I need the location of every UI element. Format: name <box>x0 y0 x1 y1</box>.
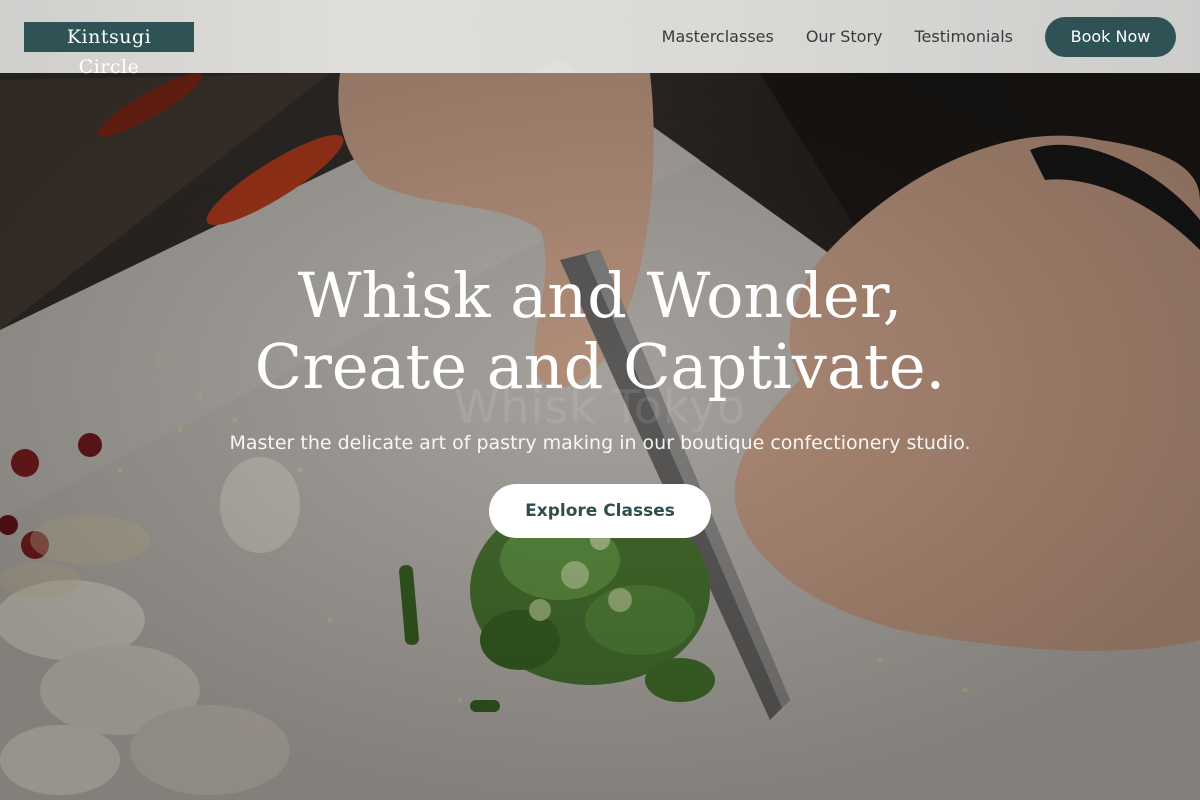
hero-title-line-2: Create and Captivate. <box>254 330 946 403</box>
explore-classes-button[interactable]: Explore Classes <box>489 484 711 538</box>
hero-subtitle: Master the delicate art of pastry making… <box>229 432 971 454</box>
nav-link-testimonials[interactable]: Testimonials <box>915 27 1014 46</box>
site-header: Kintsugi Circle Masterclasses Our Story … <box>0 0 1200 78</box>
nav-link-our-story[interactable]: Our Story <box>806 27 883 46</box>
hero-title: Whisk and Wonder, Create and Captivate. <box>0 260 1200 402</box>
hero-content: Whisk Tokyo Whisk and Wonder, Create and… <box>0 260 1200 538</box>
main-nav: Masterclasses Our Story Testimonials Boo… <box>662 16 1176 57</box>
hero-title-line-1: Whisk and Wonder, <box>297 259 903 332</box>
nav-link-masterclasses[interactable]: Masterclasses <box>662 27 774 46</box>
logo[interactable]: Kintsugi Circle <box>24 21 194 78</box>
book-now-button[interactable]: Book Now <box>1045 16 1176 57</box>
